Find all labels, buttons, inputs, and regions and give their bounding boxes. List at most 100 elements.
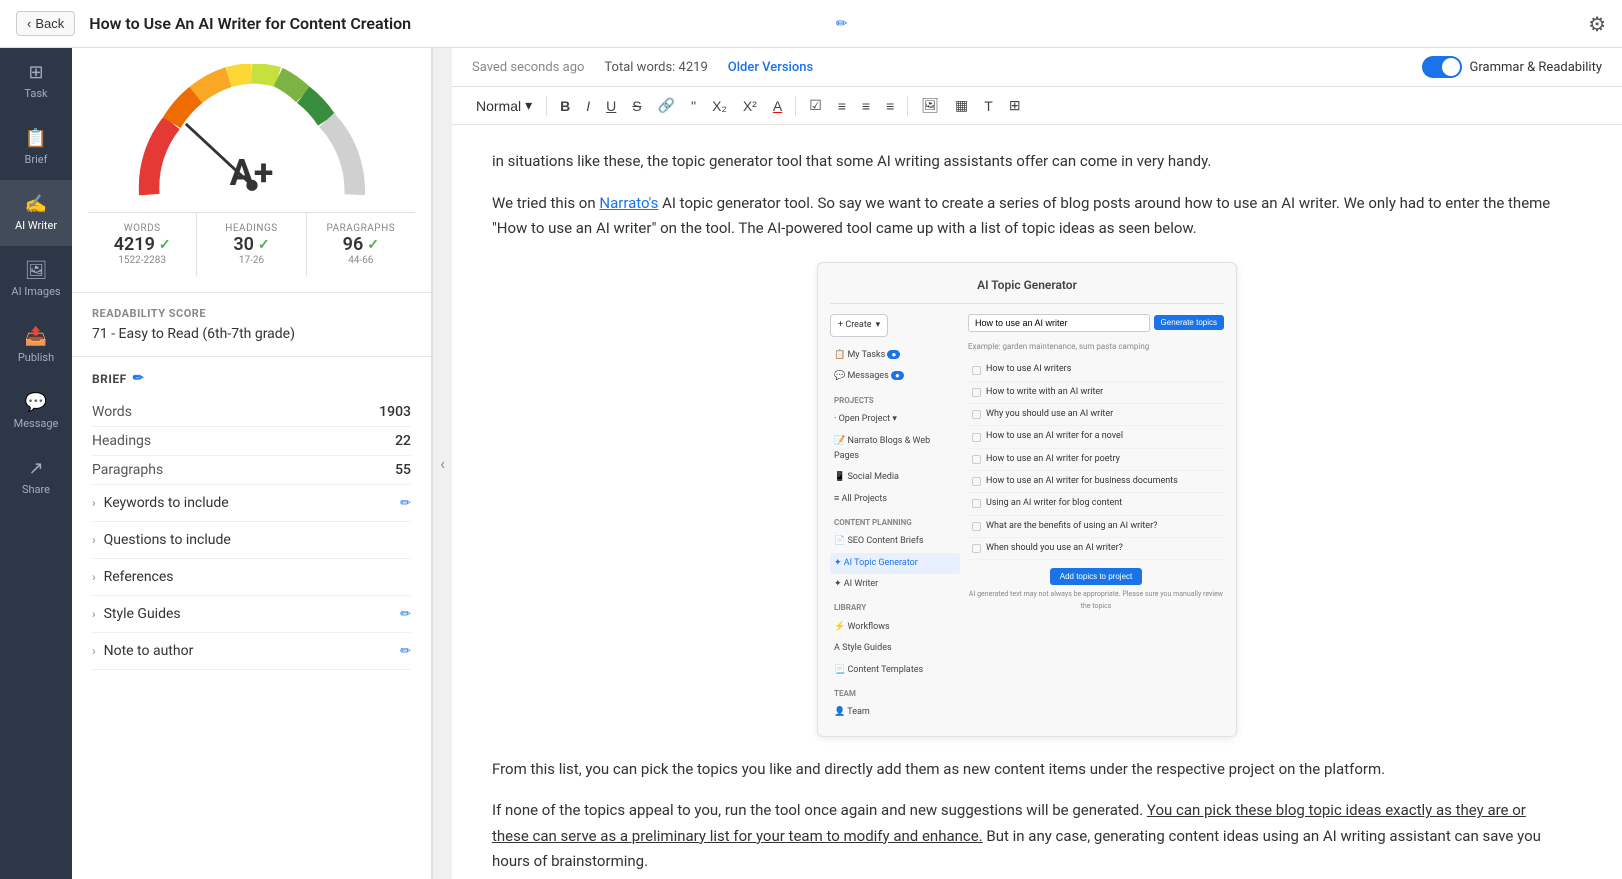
chevron-right-icon: › [92,644,96,658]
ai-section-team: TEAM [830,681,960,703]
ai-images-icon: 🖼 [25,260,48,281]
sidebar-item-ai-writer[interactable]: ✍ AI Writer [0,180,72,246]
collapsible-questions[interactable]: › Questions to include [92,522,411,559]
sidebar-item-message[interactable]: 💬 Message [0,378,72,444]
style-guides-edit-icon[interactable]: ✏ [400,607,411,622]
style-select[interactable]: Normal ▾ [468,93,540,118]
brief-label: Brief [25,153,48,166]
chevron-right-icon: › [92,607,96,621]
image-button[interactable]: 🖼 [914,93,946,118]
brief-icon: 📋 [25,128,47,149]
list-check-button[interactable]: ☑ [802,93,829,118]
collapsible-keywords[interactable]: › Keywords to include ✏ [92,485,411,522]
narrato-link[interactable]: Narrato's [599,194,658,212]
ai-add-topics-btn[interactable]: Add topics to project [1050,568,1142,585]
ai-left-panel: + Create ▾ 📋 My Tasks ● 💬 Messages ● PRO… [830,314,960,724]
sidebar-item-share[interactable]: ↗ Share [0,444,72,510]
ai-menu-narrato-blogs: 📝 Narrato Blogs & Web Pages [830,431,960,468]
collapsible-references[interactable]: › References [92,559,411,596]
blockquote-button[interactable]: " [684,94,703,118]
grammar-toggle-label: Grammar & Readability [1470,60,1602,75]
sidebar-item-ai-images[interactable]: 🖼 AI Images [0,246,72,312]
ai-menu-workflows: ⚡ Workflows [830,617,960,638]
older-versions-link[interactable]: Older Versions [728,60,813,75]
publish-icon: 📤 [25,326,47,347]
brief-row-words: Words 1903 [92,398,411,427]
ai-section-library: LIBRARY [830,595,960,617]
link-button[interactable]: 🔗 [651,93,682,118]
ai-topic-generator-screenshot: AI Topic Generator + Create ▾ 📋 My Tasks… [817,262,1237,737]
brief-title: BRIEF ✏ [92,371,411,386]
font-color-button[interactable]: A [766,94,789,118]
collapsible-style-guides[interactable]: › Style Guides ✏ [92,596,411,633]
ai-generate-btn[interactable]: Generate topics [1154,315,1224,330]
total-words: Total words: 4219 [604,60,707,75]
strikethrough-button[interactable]: S [625,94,648,118]
ai-writer-icon: ✍ [25,194,47,215]
italic-button[interactable]: I [579,94,597,118]
stat-words-value: 4219 ✓ [96,234,188,255]
stat-paragraphs: PARAGRAPHS 96 ✓ 44-66 [307,213,415,276]
brief-section: BRIEF ✏ Words 1903 Headings 22 Paragraph… [72,357,431,684]
back-chevron: ‹ [27,16,31,31]
ai-menu-team: 👤 Team [830,702,960,723]
table-button[interactable]: ▦ [948,93,975,118]
editor-top-bar: Saved seconds ago Total words: 4219 Olde… [452,48,1622,87]
bold-button[interactable]: B [553,94,577,118]
paragraphs-check-icon: ✓ [367,237,379,253]
ai-result-6: Using an AI writer for blog content [968,493,1224,515]
grammar-toggle[interactable] [1422,56,1462,78]
collapse-handle[interactable]: ‹ [432,48,452,879]
words-check-icon: ✓ [159,237,171,253]
save-status: Saved seconds ago [472,60,584,75]
ai-result-8: When should you use an AI writer? [968,538,1224,560]
ai-result-4: How to use an AI writer for poetry [968,449,1224,471]
ai-result-5: How to use an AI writer for business doc… [968,471,1224,493]
ai-menu-social-media: 📱 Social Media [830,467,960,488]
ai-menu-open-project: · Open Project ▾ [830,409,960,430]
chevron-right-icon: › [92,533,96,547]
message-label: Message [14,417,59,430]
chevron-right-icon: › [92,496,96,510]
sidebar-item-task[interactable]: ⊞ Task [0,48,72,114]
note-to-author-edit-icon[interactable]: ✏ [400,644,411,659]
back-button[interactable]: ‹ Back [16,11,75,36]
ai-search-input[interactable] [968,314,1150,332]
ai-right-panel: Generate topics Example: garden maintena… [968,314,1224,724]
collapsible-note-to-author[interactable]: › Note to author ✏ [92,633,411,670]
stats-row: WORDS 4219 ✓ 1522-2283 HEADINGS 30 ✓ 17-… [88,212,415,276]
editor-content[interactable]: in situations like these, the topic gene… [452,125,1622,879]
stat-headings-value: 30 ✓ [205,234,297,255]
ai-menu-all-projects: ≡ All Projects [830,489,960,510]
sidebar-item-brief[interactable]: 📋 Brief [0,114,72,180]
unordered-list-button[interactable]: ≡ [855,94,877,118]
settings-icon[interactable]: ⚙ [1588,12,1606,36]
stat-paragraphs-label: PARAGRAPHS [315,223,407,234]
editor-paragraph-from-list: From this list, you can pick the topics … [492,757,1562,783]
toolbar-divider-3 [907,96,908,116]
keywords-edit-icon[interactable]: ✏ [400,496,411,511]
insert-button[interactable]: ⊞ [1002,93,1028,118]
clear-format-button[interactable]: T [977,94,1000,118]
ai-menu-ai-topic-generator: ✦ AI Topic Generator [830,553,960,574]
toolbar-divider-2 [795,96,796,116]
title-edit-icon[interactable]: ✏ [836,16,848,32]
readability-section: READABILITY SCORE 71 - Easy to Read (6th… [72,293,431,357]
subscript-button[interactable]: X₂ [705,94,734,118]
indent-button[interactable]: ≡ [879,94,901,118]
sidebar-item-publish[interactable]: 📤 Publish [0,312,72,378]
ordered-list-button[interactable]: ≡ [831,94,853,118]
back-label: Back [35,16,64,31]
brief-edit-icon[interactable]: ✏ [133,371,144,386]
top-bar: ‹ Back How to Use An AI Writer for Conte… [0,0,1622,48]
left-nav: ⊞ Task 📋 Brief ✍ AI Writer 🖼 AI Images 📤… [0,48,72,879]
ai-note: AI generated text may not always be appr… [968,589,1224,613]
underline-button[interactable]: U [599,94,623,118]
share-label: Share [22,483,50,496]
stat-words-range: 1522-2283 [96,255,188,266]
headings-check-icon: ✓ [258,237,270,253]
ai-result-1: How to write with an AI writer [968,382,1224,404]
superscript-button[interactable]: X² [736,94,764,118]
grammar-toggle-wrap: Grammar & Readability [1422,56,1602,78]
ai-images-label: AI Images [11,285,60,298]
